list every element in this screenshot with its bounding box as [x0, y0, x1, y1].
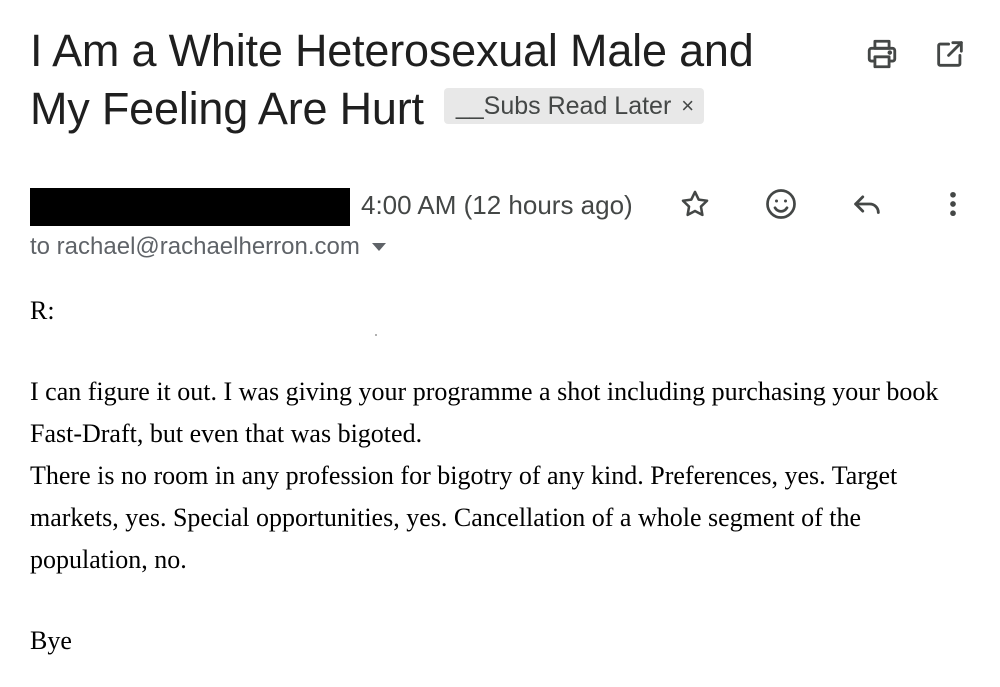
- subject-line-2: My Feeling Are Hurt __Subs Read Later ×: [30, 80, 790, 138]
- subject-line-2-text: My Feeling Are Hurt: [30, 83, 424, 134]
- stray-dot: [375, 334, 377, 336]
- signoff: Bye: [30, 626, 72, 655]
- label-chip[interactable]: __Subs Read Later ×: [443, 88, 705, 125]
- label-remove-icon[interactable]: ×: [681, 88, 694, 124]
- subject-line-1: I Am a White Heterosexual Male and: [30, 25, 754, 76]
- reply-icon[interactable]: [847, 184, 887, 224]
- open-in-new-window-icon[interactable]: [930, 34, 970, 74]
- chevron-down-icon[interactable]: [371, 243, 386, 251]
- message-actions: [675, 184, 973, 224]
- more-vertical-icon[interactable]: [933, 184, 973, 224]
- print-icon[interactable]: [862, 34, 902, 74]
- body-paragraph-1: I can figure it out. I was giving your p…: [30, 377, 939, 448]
- greeting: R:: [30, 296, 55, 325]
- label-chip-text: __Subs Read Later: [455, 92, 672, 121]
- body-paragraph-2: There is no room in any profession for b…: [30, 461, 898, 574]
- emoji-icon[interactable]: [761, 184, 801, 224]
- star-icon[interactable]: [675, 184, 715, 224]
- subject-actions: [862, 34, 970, 74]
- recipient-details[interactable]: to rachael@rachaelherron.com: [30, 232, 386, 262]
- email-subject: I Am a White Heterosexual Male and My Fe…: [30, 22, 790, 138]
- email-body: R:: [30, 290, 970, 332]
- sender-name-redacted: [30, 188, 350, 226]
- recipient-text: to rachael@rachaelherron.com: [30, 233, 360, 260]
- sender-row: 4:00 AM (12 hours ago): [30, 184, 973, 226]
- timestamp: 4:00 AM (12 hours ago): [361, 190, 633, 220]
